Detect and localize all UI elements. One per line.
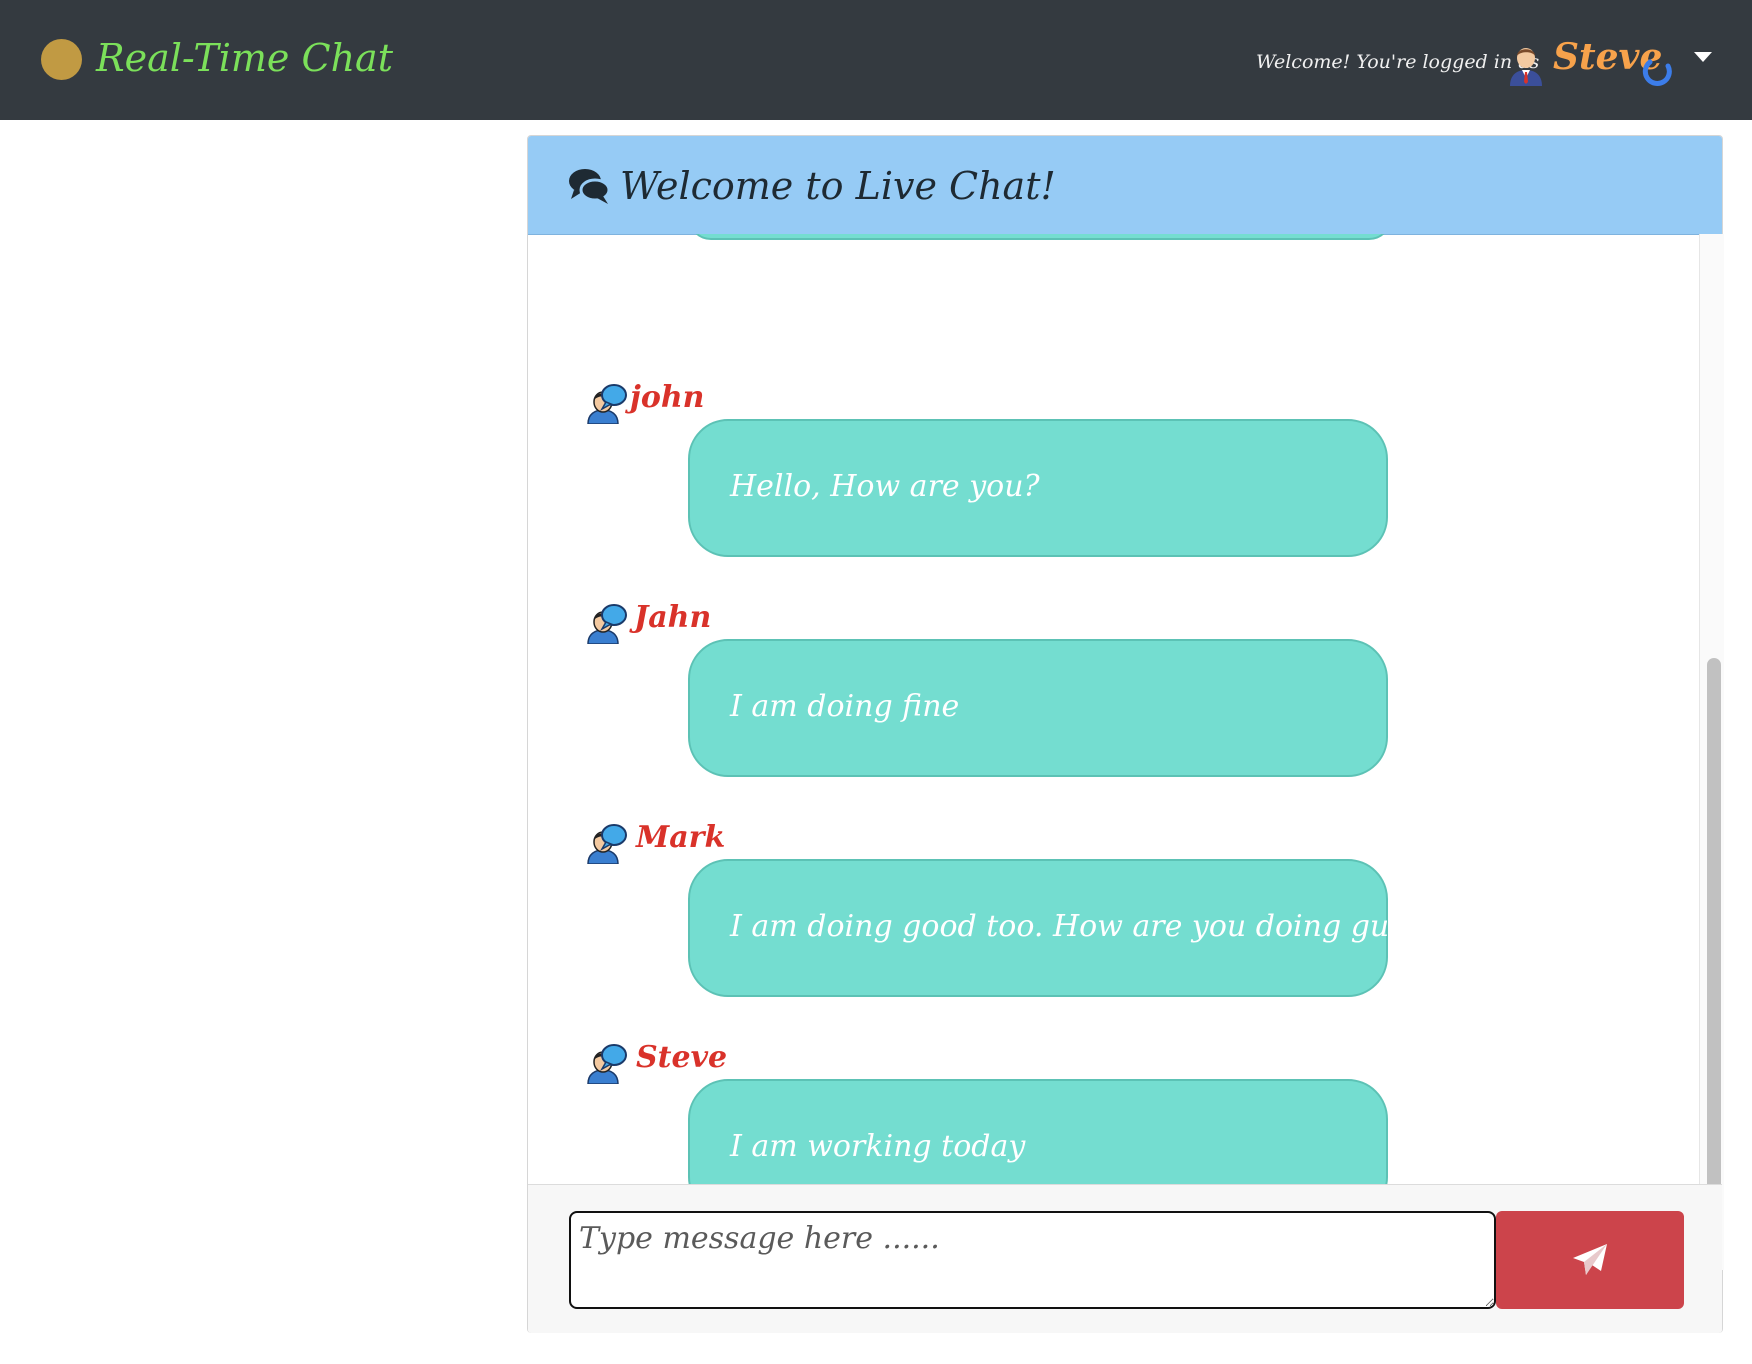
message-bubble: Hello, How are you? [688, 419, 1388, 557]
message-text: I am doing good too. How are you doing g… [730, 909, 1438, 944]
message-author: john [630, 380, 705, 415]
brand-title[interactable]: Real-Time Chat [96, 30, 393, 86]
comments-icon [569, 169, 610, 204]
loading-spinner-icon [1642, 59, 1672, 86]
message-bubble-partial [688, 234, 1392, 240]
messages-area[interactable]: john Hello, How are you? Jahn I am doing… [528, 234, 1699, 1270]
circle-logo-icon [41, 39, 82, 80]
paper-plane-icon [1573, 1244, 1607, 1275]
message-bubble: I am doing fine [688, 639, 1388, 777]
chat-header-title: Welcome to Live Chat! [620, 164, 1056, 208]
message-author: Mark [636, 820, 726, 855]
chat-user-icon [587, 1044, 627, 1084]
chat-user-icon [587, 384, 627, 424]
user-avatar-icon [1510, 48, 1542, 86]
chat-footer [528, 1184, 1722, 1333]
message-author: Steve [636, 1040, 728, 1075]
send-button[interactable] [1496, 1211, 1684, 1309]
message-text: I am working today [730, 1129, 1026, 1164]
messages-scrollbar[interactable] [1699, 234, 1724, 1270]
navbar: Real-Time Chat Welcome! You're logged in… [0, 0, 1752, 120]
message-input[interactable] [569, 1211, 1496, 1309]
message-bubble: I am doing good too. How are you doing g… [688, 859, 1438, 997]
caret-down-icon[interactable] [1693, 50, 1713, 64]
message-author: Jahn [634, 600, 712, 635]
chat-user-icon [587, 604, 627, 644]
scrollbar-thumb[interactable] [1707, 658, 1721, 1222]
chat-card: Welcome to Live Chat! john Hello, How ar… [527, 135, 1724, 1333]
message-text: I am doing fine [730, 689, 960, 724]
welcome-text: Welcome! You're logged in as [1256, 51, 1540, 73]
chat-user-icon [587, 824, 627, 864]
chat-header: Welcome to Live Chat! [528, 136, 1722, 235]
message-text: Hello, How are you? [730, 469, 1040, 504]
